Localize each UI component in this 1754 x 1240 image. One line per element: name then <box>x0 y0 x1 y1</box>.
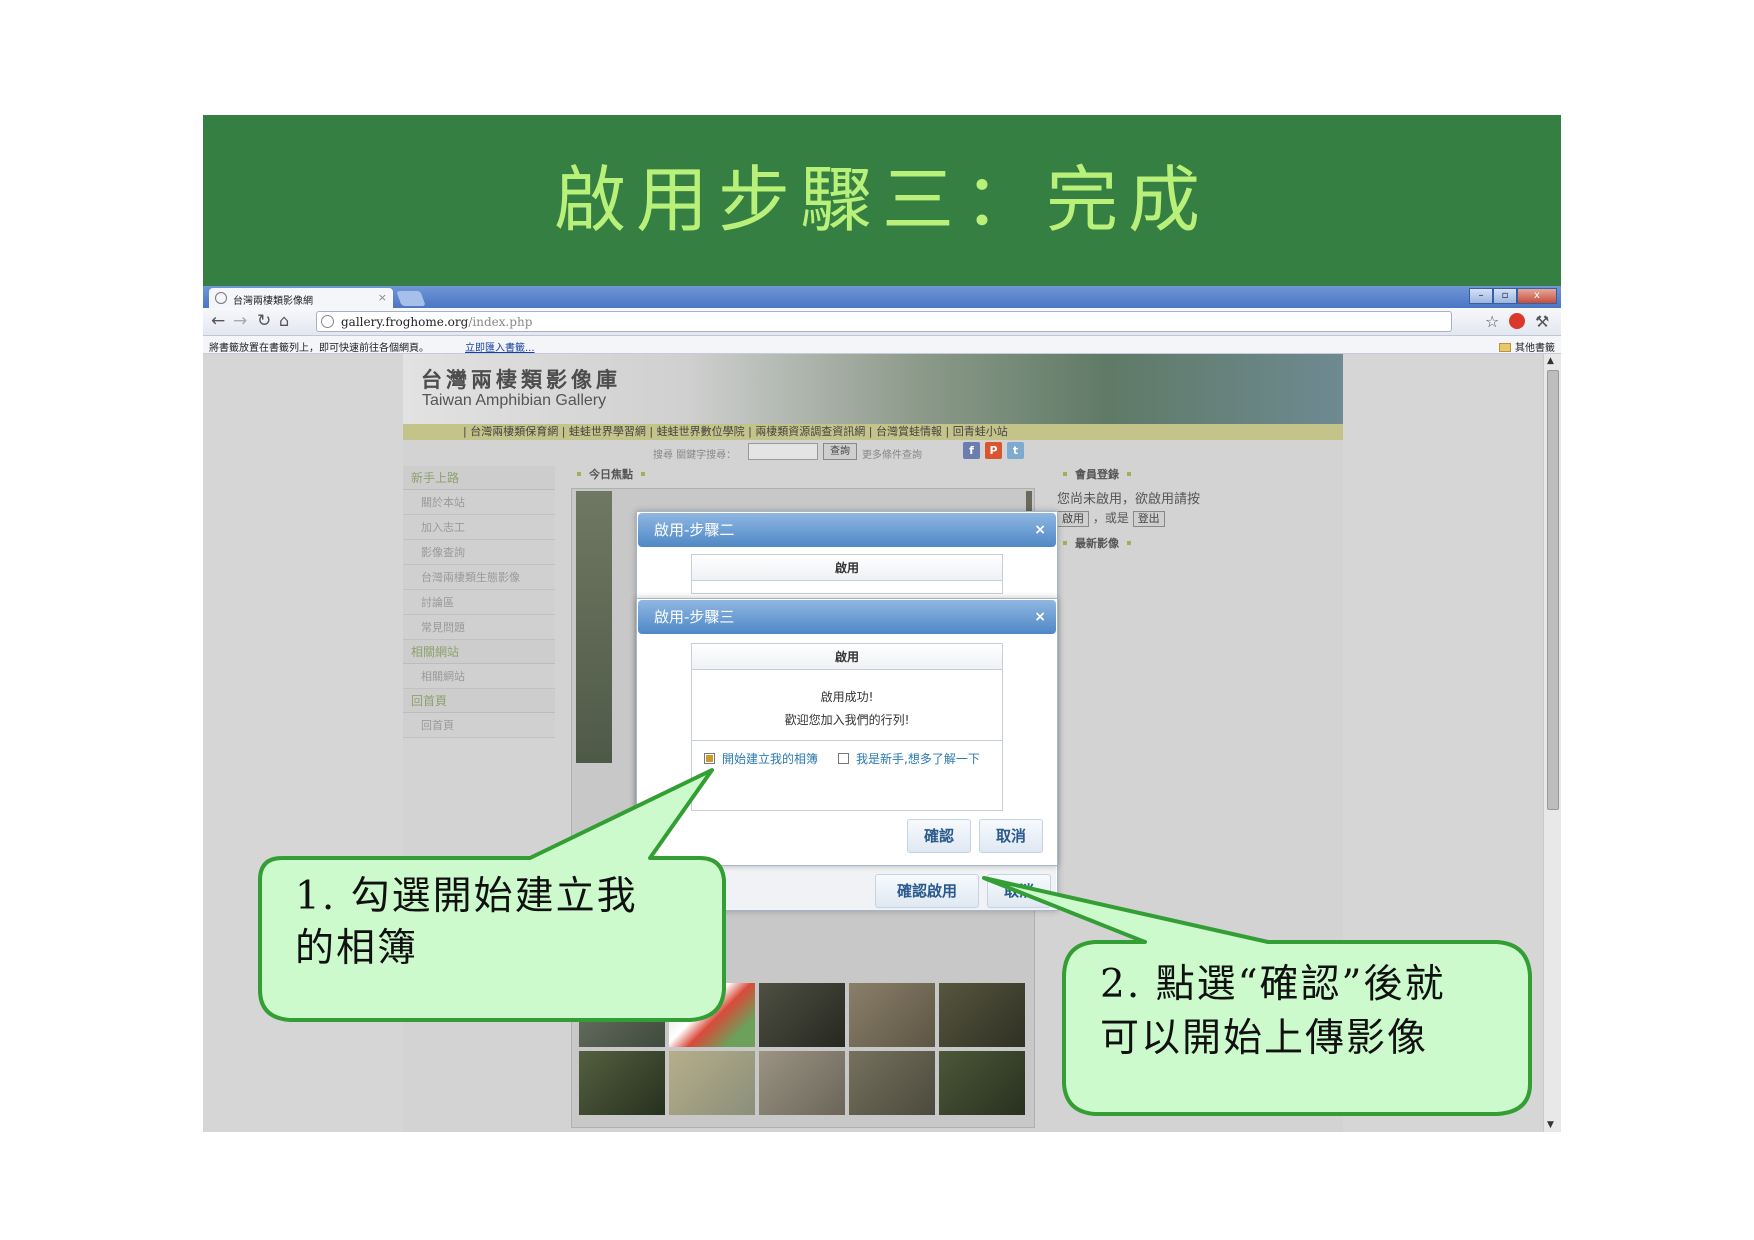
slide: 啟用步驟三：完成 台灣兩棲類影像網 × – ▫ x ← → ↻ ⌂ galler… <box>0 0 1754 1240</box>
callout-2-line1: 2. 點選“確認”後就 <box>1100 962 1446 1007</box>
callout-1-line2: 的相簿 <box>295 926 419 971</box>
callout-2-line2: 可以開始上傳影像 <box>1100 1016 1429 1061</box>
callout-1-line1: 1. 勾選開始建立我 <box>295 874 638 919</box>
callout-layer <box>258 768 1532 1116</box>
